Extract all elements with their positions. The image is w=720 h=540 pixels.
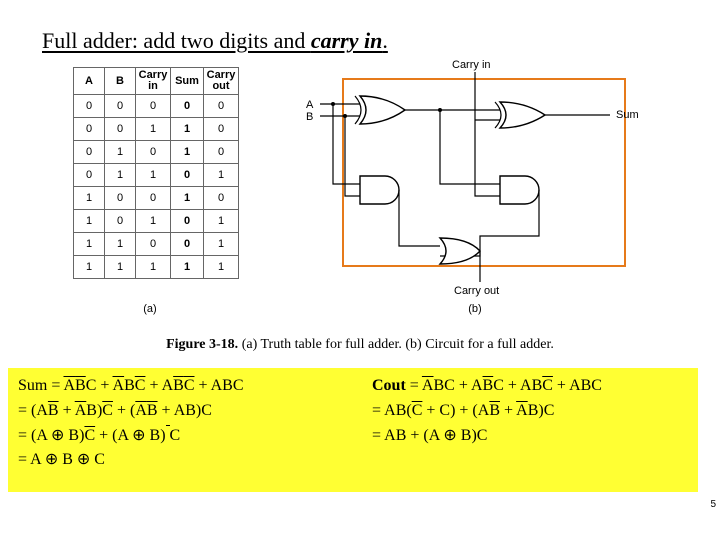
table-cell: 1 [204,256,239,279]
table-cell: 1 [136,256,171,279]
table-cell: 1 [136,164,171,187]
table-row: 00110 [74,118,239,141]
table-cell: 1 [74,233,105,256]
th-sum: Sum [171,68,204,95]
table-cell: 0 [74,95,105,118]
table-cell: 1 [105,233,136,256]
table-cell: 0 [171,95,204,118]
table-cell: 0 [136,187,171,210]
th-cout: Carry out [204,68,239,95]
caption-bold: Figure 3-18. [166,337,238,352]
table-cell: 0 [105,187,136,210]
table-cell: 0 [105,210,136,233]
table-cell: 0 [136,233,171,256]
label-cout: Carry out [454,285,499,297]
table-row: 00000 [74,95,239,118]
table-row: 10101 [74,210,239,233]
table-row: 10010 [74,187,239,210]
table-cell: 0 [74,164,105,187]
table-cell: 1 [105,141,136,164]
table-row: 01010 [74,141,239,164]
table-cell: 0 [204,95,239,118]
table-row: 01101 [74,164,239,187]
table-row: 11001 [74,233,239,256]
caption-rest: (a) Truth table for full adder. (b) Circ… [238,337,554,352]
equations-panel: Sum = ABC + ABC + ABC + ABC = (AB + AB)C… [8,368,698,492]
table-cell: 1 [171,256,204,279]
table-header-row: A B Carry in Sum Carry out [74,68,239,95]
table-cell: 0 [105,118,136,141]
figure-caption: Figure 3-18. (a) Truth table for full ad… [0,337,720,353]
table-cell: 1 [171,118,204,141]
table-cell: 0 [204,187,239,210]
table-cell: 1 [74,256,105,279]
label-a: A [306,99,314,111]
table-cell: 0 [171,164,204,187]
table-cell: 0 [105,95,136,118]
full-adder-circuit: Carry in A B Sum Carry out [300,60,660,300]
page-title: Full adder: add two digits and carry in. [42,28,388,54]
label-sum: Sum [616,109,639,121]
title-em: carry in [311,28,383,53]
th-b: B [105,68,136,95]
sublabel-a: (a) [135,303,165,315]
table-cell: 1 [204,164,239,187]
table-cell: 1 [74,187,105,210]
th-cin: Carry in [136,68,171,95]
table-cell: 1 [136,118,171,141]
table-cell: 1 [74,210,105,233]
table-row: 11111 [74,256,239,279]
table-cell: 0 [171,210,204,233]
table-cell: 0 [74,118,105,141]
table-cell: 1 [105,256,136,279]
label-cin: Carry in [452,60,491,71]
equation-cout: Cout = ABC + ABC + ABC + ABC = AB(C + C)… [372,374,698,448]
table-cell: 1 [204,210,239,233]
table-cell: 0 [204,118,239,141]
table-cell: 1 [105,164,136,187]
table-cell: 1 [204,233,239,256]
table-cell: 1 [136,210,171,233]
table-cell: 1 [171,141,204,164]
sublabel-b: (b) [460,303,490,315]
title-suffix: . [382,28,388,53]
table-cell: 0 [136,95,171,118]
page-number: 5 [710,499,716,510]
title-prefix: Full adder: add two digits and [42,28,311,53]
th-a: A [74,68,105,95]
table-cell: 0 [136,141,171,164]
truth-table: A B Carry in Sum Carry out 0000000110010… [73,67,239,279]
label-b: B [306,111,313,123]
table-cell: 0 [204,141,239,164]
table-cell: 0 [171,233,204,256]
table-cell: 1 [171,187,204,210]
table-cell: 0 [74,141,105,164]
equation-sum: Sum = ABC + ABC + ABC + ABC = (AB + AB)C… [18,374,358,473]
